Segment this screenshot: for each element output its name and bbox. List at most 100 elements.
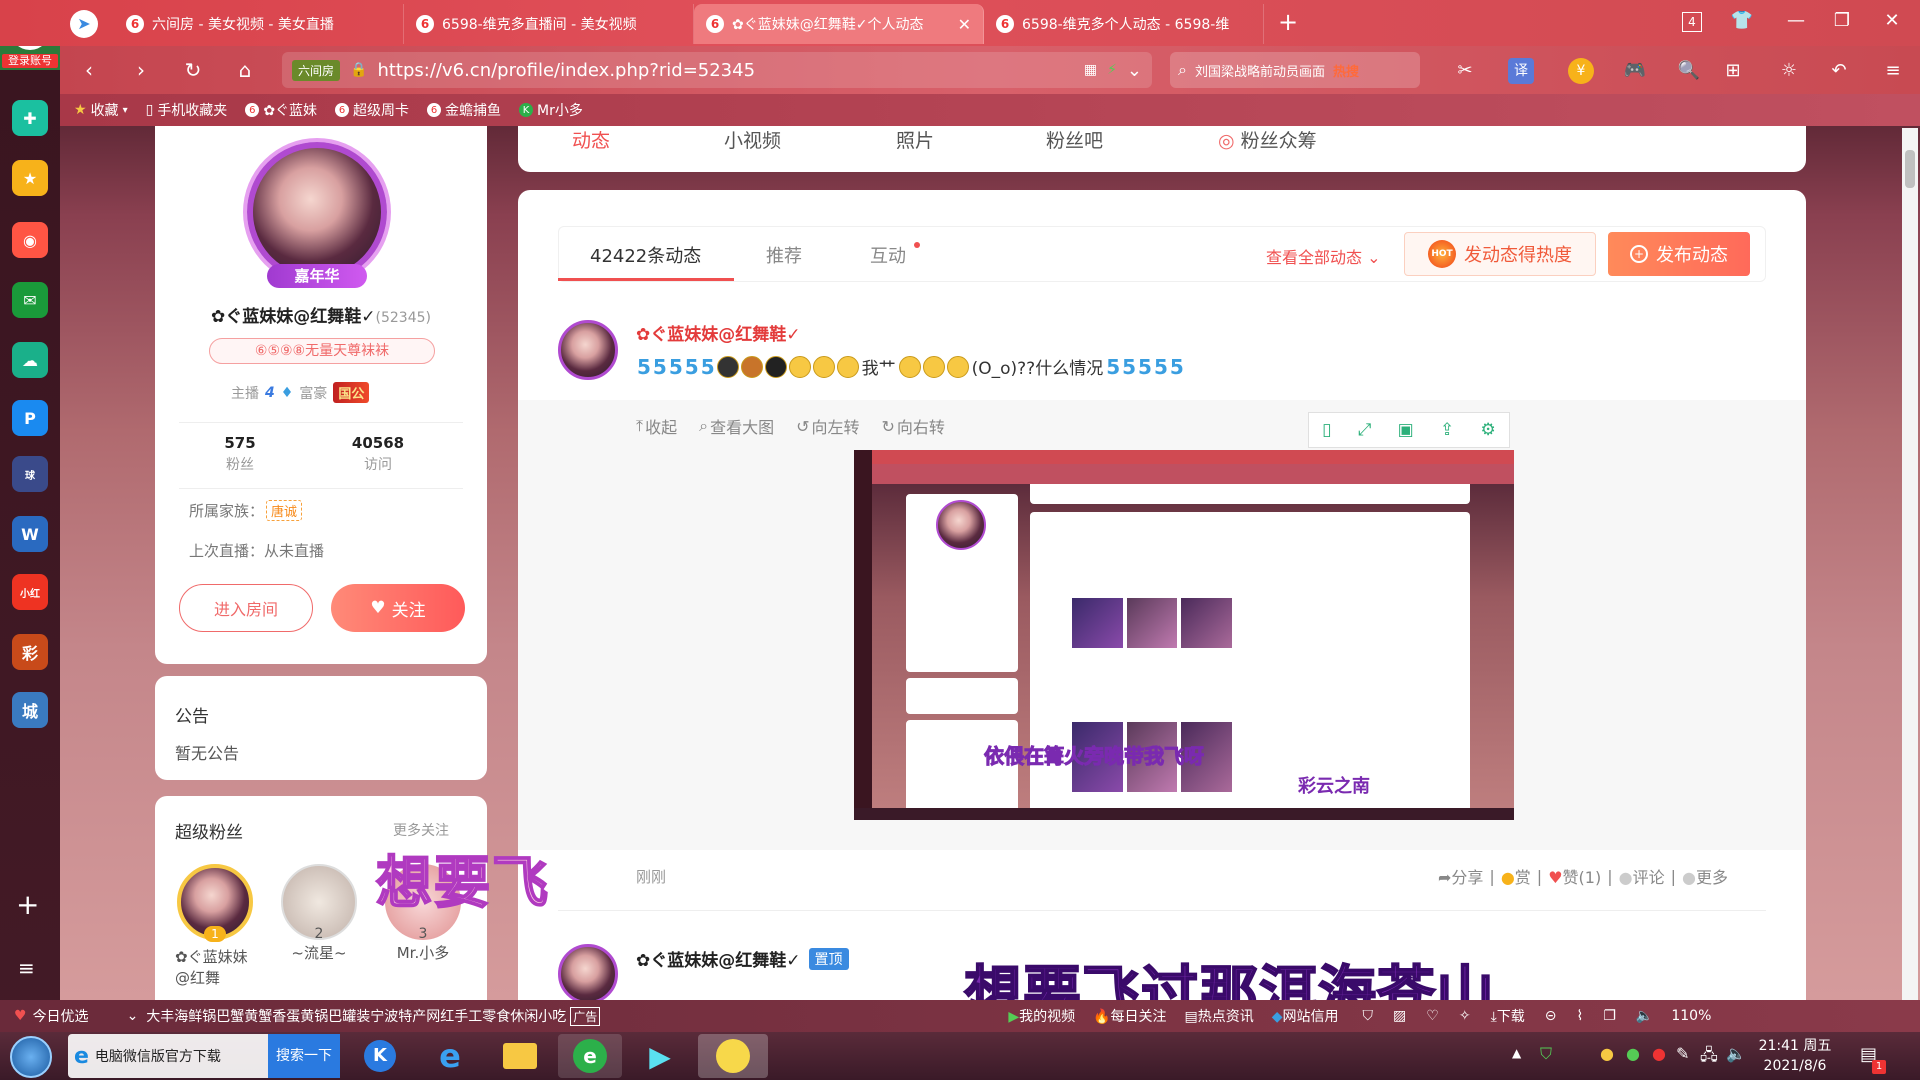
comment-button[interactable]: ●评论 bbox=[1619, 864, 1665, 888]
tray-app-icon[interactable]: ● bbox=[1626, 1044, 1640, 1063]
view-all-posts-dropdown[interactable]: 查看全部动态 ⌄ bbox=[1266, 244, 1381, 268]
undo-icon[interactable]: ↶ bbox=[1826, 58, 1852, 84]
tray-avatar-icon[interactable]: ● bbox=[1652, 1044, 1666, 1063]
tray-security-icon[interactable]: ⛉ bbox=[1540, 1044, 1552, 1064]
daily-focus-link[interactable]: 🔥每日关注 bbox=[1093, 1006, 1166, 1026]
back-button[interactable]: ‹ bbox=[74, 58, 104, 82]
start-button[interactable] bbox=[10, 1036, 52, 1078]
tray-pen-icon[interactable]: ✎ bbox=[1676, 1044, 1689, 1063]
profile-avatar[interactable] bbox=[247, 142, 387, 282]
taskbar-player[interactable]: ▶ bbox=[628, 1034, 692, 1078]
tab-photos[interactable]: 照片 bbox=[896, 126, 934, 153]
bookmark-weekly-card[interactable]: 6 超级周卡 bbox=[335, 100, 409, 120]
close-window-button[interactable]: ✕ bbox=[1872, 10, 1912, 31]
more-follow-link[interactable]: 更多关注 bbox=[393, 820, 449, 840]
magnify-icon[interactable]: 🔍 bbox=[1676, 58, 1702, 84]
follow-button[interactable]: ♥ 关注 bbox=[331, 584, 465, 632]
more-menu-icon[interactable]: ≡ bbox=[1880, 58, 1906, 84]
taskbar-browser[interactable]: e bbox=[558, 1034, 622, 1078]
lightning-icon[interactable]: ⚡ bbox=[1107, 62, 1117, 78]
window-icon[interactable]: ❐ bbox=[1603, 1008, 1616, 1024]
picture-icon[interactable]: ▨ bbox=[1393, 1008, 1406, 1024]
tray-up-icon[interactable]: ▲ bbox=[1512, 1046, 1521, 1060]
grid-icon[interactable]: ⊞ bbox=[1720, 58, 1746, 84]
like-button[interactable]: ♥赞(1) bbox=[1548, 864, 1601, 888]
save-icon[interactable]: ▣ bbox=[1398, 420, 1414, 440]
view-large-button[interactable]: ⌕ 查看大图 bbox=[699, 414, 774, 438]
app-mail-icon[interactable]: ✉ bbox=[12, 282, 48, 318]
leaf-icon[interactable]: ⌇ bbox=[1577, 1008, 1584, 1024]
post-author-avatar[interactable] bbox=[558, 320, 618, 380]
bookmark-mr-xiaoduo[interactable]: K Mr小多 bbox=[519, 100, 583, 120]
forward-button[interactable]: › bbox=[126, 58, 156, 82]
translate-icon[interactable]: 译 bbox=[1508, 58, 1534, 84]
bookmark-icon[interactable]: ▯ bbox=[1322, 420, 1331, 440]
menu-icon[interactable]: ≡ bbox=[18, 956, 35, 980]
tab-2[interactable]: 6 6598-维克多直播间 - 美女视频 bbox=[404, 4, 694, 44]
rotate-left-button[interactable]: ↺ 向左转 bbox=[796, 414, 859, 438]
clock[interactable]: 21:41 周五 2021/8/6 bbox=[1750, 1036, 1840, 1076]
post-author-name[interactable]: ✿ぐ蓝妹妹@红舞鞋✓ bbox=[636, 320, 801, 345]
volume-icon[interactable]: 🔈 bbox=[1636, 1008, 1653, 1024]
login-account-button[interactable]: 登录账号 bbox=[2, 54, 58, 68]
today-pick-label[interactable]: 今日优选 bbox=[33, 1006, 89, 1026]
share-icon[interactable]: ⇪ bbox=[1440, 420, 1454, 440]
hot-search-badge[interactable]: 热搜 bbox=[1333, 61, 1359, 80]
app-red-icon[interactable]: 小红 bbox=[12, 574, 48, 610]
tab-crowdfund[interactable]: ◎ 粉丝众筹 bbox=[1218, 126, 1317, 153]
coin-icon[interactable]: ¥ bbox=[1568, 58, 1594, 84]
new-tab-button[interactable]: + bbox=[1278, 8, 1298, 36]
post-image[interactable]: 依偎在篝火旁晚带我飞呀 彩云之南 bbox=[854, 450, 1514, 820]
post-author-name[interactable]: ✿ぐ蓝妹妹@红舞鞋✓ bbox=[636, 946, 801, 971]
address-input[interactable]: 六间房 🔒 https://v6.cn/profile/index.php?ri… bbox=[282, 52, 1152, 88]
app-lottery-icon[interactable]: 彩 bbox=[12, 634, 48, 670]
post-author-avatar[interactable] bbox=[558, 944, 618, 1000]
fans-stat[interactable]: 575 粉丝 bbox=[195, 434, 285, 474]
cloud-icon[interactable]: ⊝ bbox=[1545, 1008, 1557, 1024]
bookmark-lanmeimei[interactable]: 6 ✿ぐ蓝妹 bbox=[245, 100, 317, 120]
enter-room-button[interactable]: 进入房间 bbox=[179, 584, 313, 632]
taskbar-kugou[interactable]: K bbox=[348, 1034, 412, 1078]
taskbar-explorer[interactable] bbox=[488, 1034, 552, 1078]
tray-volume-icon[interactable]: 🔈 bbox=[1726, 1044, 1746, 1063]
superfan-item[interactable]: 1 ✿ぐ蓝妹妹@红舞 bbox=[175, 864, 255, 988]
app-link-icon[interactable]: ✚ bbox=[12, 100, 48, 136]
news-ticker[interactable]: 大丰海鲜锅巴蟹黄蟹香蛋黄锅巴罐装宁波特产网红手工零食休闲小吃 bbox=[146, 1006, 566, 1026]
tab-dongtai[interactable]: 动态 bbox=[572, 126, 610, 153]
tab-4[interactable]: 6 6598-维克多个人动态 - 6598-维 bbox=[984, 4, 1264, 44]
add-app-icon[interactable]: + bbox=[16, 888, 39, 921]
app-p-icon[interactable]: P bbox=[12, 400, 48, 436]
scrollbar[interactable] bbox=[1902, 128, 1918, 1000]
hot-news-link[interactable]: ▤热点资讯 bbox=[1185, 1006, 1254, 1026]
superfan-item[interactable]: 2 ~流星~ bbox=[279, 864, 359, 963]
reward-button[interactable]: ●赏 bbox=[1501, 864, 1531, 888]
search-once-button[interactable]: 搜索一下 bbox=[268, 1034, 340, 1078]
chevron-down-icon[interactable]: ⌄ bbox=[1127, 60, 1142, 81]
send-icon[interactable]: ➤ bbox=[70, 10, 98, 38]
tab-recommend[interactable]: 推荐 bbox=[766, 242, 802, 268]
qr-icon[interactable]: ▦ bbox=[1084, 62, 1097, 78]
my-video-link[interactable]: ▶我的视频 bbox=[1008, 1006, 1075, 1026]
taskbar-ie[interactable]: e bbox=[418, 1034, 482, 1078]
app-city-icon[interactable]: 城 bbox=[12, 692, 48, 728]
app-game-icon[interactable]: 球 bbox=[12, 456, 48, 492]
gamepad-icon[interactable]: 🎮 bbox=[1622, 58, 1648, 84]
shield-icon[interactable]: ⛉ bbox=[1363, 1008, 1374, 1024]
tab-all-posts[interactable]: 42422条动态 bbox=[590, 242, 701, 268]
restore-button[interactable]: ❐ bbox=[1822, 10, 1862, 31]
brightness-icon[interactable]: ☼ bbox=[1776, 58, 1802, 84]
rotate-right-button[interactable]: ↻ 向右转 bbox=[882, 414, 945, 438]
more-button[interactable]: ●更多 bbox=[1682, 864, 1728, 888]
visits-stat[interactable]: 40568 访问 bbox=[333, 434, 423, 474]
bookmark-fishing[interactable]: 6 金蟾捕鱼 bbox=[427, 100, 501, 120]
zoom-level[interactable]: 110% bbox=[1671, 1008, 1711, 1024]
app-weibo-icon[interactable]: ◉ bbox=[12, 222, 48, 258]
close-tab-icon[interactable]: ✕ bbox=[958, 15, 971, 34]
tab-interact[interactable]: 互动 bbox=[870, 242, 906, 268]
tab-fan-bar[interactable]: 粉丝吧 bbox=[1046, 126, 1103, 153]
fullscreen-icon[interactable]: ⤢ bbox=[1358, 420, 1372, 440]
taskbar-ie-search[interactable]: e 电脑微信版官方下载 搜索一下 bbox=[68, 1034, 340, 1078]
tray-network-icon[interactable]: 🖧 bbox=[1700, 1044, 1718, 1071]
search-box[interactable]: ⌕ 刘国梁战略前动员画面 热搜 bbox=[1170, 52, 1420, 88]
bookmark-mobile[interactable]: ▯ 手机收藏夹 bbox=[146, 100, 228, 120]
